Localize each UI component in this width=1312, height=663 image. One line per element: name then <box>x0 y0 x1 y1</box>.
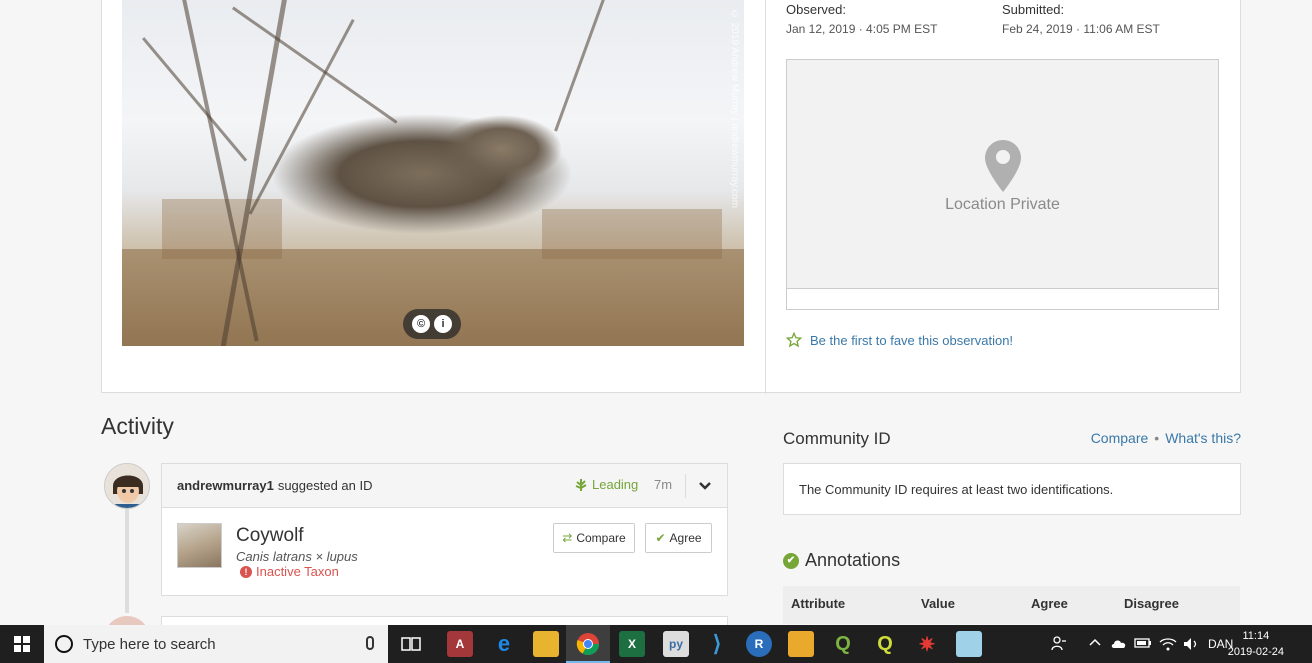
star-icon <box>786 332 802 348</box>
windows-taskbar: Type here to search A e X py ⟩ R Q Q ✷ D… <box>0 625 1312 663</box>
info-icon[interactable]: i <box>434 315 452 333</box>
annotations-title: Annotations <box>805 550 901 570</box>
task-view-icon[interactable] <box>398 631 424 657</box>
community-id-message: The Community ID requires at least two i… <box>783 463 1241 515</box>
people-icon[interactable] <box>1051 635 1067 654</box>
taxon-scientific-name: Canis latrans × lupus <box>236 549 358 564</box>
check-icon: ✔ <box>655 531 666 545</box>
leading-icon <box>575 478 587 491</box>
column-agree: Agree <box>1031 596 1068 611</box>
inactive-taxon-warning: ! Inactive Taxon <box>240 564 339 579</box>
identifier-username[interactable]: andrewmurray1 <box>177 478 274 493</box>
location-map[interactable]: Location Private <box>786 59 1219 310</box>
edge-icon[interactable]: e <box>491 631 517 657</box>
notepad-icon[interactable] <box>956 631 982 657</box>
submitted-date: Feb 24, 2019 · 11:06 AM EST <box>1002 22 1160 36</box>
column-attribute: Attribute <box>791 596 846 611</box>
activity-timeline <box>125 509 129 613</box>
taxon-common-name[interactable]: Coywolf <box>236 525 304 547</box>
photo-credit: © 2019 Andrew Murray | andrewmurray.com <box>729 9 740 209</box>
qgis-alt-icon[interactable]: Q <box>872 631 898 657</box>
r-icon[interactable]: R <box>746 631 772 657</box>
identification-header: andrewmurray1 suggested an ID Leading 7m <box>162 464 727 508</box>
check-circle-icon: ✔ <box>783 552 799 569</box>
cortana-icon <box>55 635 73 653</box>
avatar-image <box>105 464 149 508</box>
agree-button[interactable]: ✔ Agree <box>645 523 712 553</box>
copyright-icon: © <box>412 315 430 333</box>
web-tool-icon[interactable]: ✷ <box>914 631 940 657</box>
system-clock[interactable]: 11:14 2019-02-24 <box>1228 628 1284 660</box>
leading-label: Leading <box>592 477 639 492</box>
column-disagree: Disagree <box>1124 596 1179 611</box>
map-footer <box>787 288 1218 309</box>
volume-icon[interactable] <box>1182 636 1200 655</box>
whats-this-link[interactable]: What's this? <box>1165 430 1241 446</box>
panel-divider <box>765 0 766 394</box>
observed-date: Jan 12, 2019 · 4:05 PM EST <box>786 22 938 36</box>
microphone-icon[interactable] <box>366 636 374 650</box>
identification-card: andrewmurray1 suggested an ID Leading 7m… <box>161 463 728 596</box>
link-separator: • <box>1154 430 1160 446</box>
compare-link[interactable]: Compare <box>1091 430 1149 446</box>
database-tool-icon[interactable] <box>788 631 814 657</box>
onedrive-icon[interactable] <box>1110 636 1128 653</box>
user-avatar[interactable] <box>104 463 150 509</box>
taxon-thumbnail[interactable] <box>177 523 222 568</box>
chevron-down-icon[interactable] <box>697 478 713 494</box>
file-explorer-icon[interactable] <box>533 631 559 657</box>
observation-panel: © 2019 Andrew Murray | andrewmurray.com … <box>101 0 1241 394</box>
search-placeholder: Type here to search <box>83 635 216 653</box>
battery-icon[interactable] <box>1134 636 1152 653</box>
community-id-heading: Community ID <box>783 429 891 448</box>
fave-text[interactable]: Be the first to fave this observation! <box>810 333 1013 348</box>
qgis-icon[interactable]: Q <box>830 631 856 657</box>
identification-age: 7m <box>654 477 673 492</box>
clock-date: 2019-02-24 <box>1227 646 1284 658</box>
submitted-label: Submitted: <box>1002 2 1065 17</box>
annotations-heading: ✔ Annotations <box>783 550 900 571</box>
header-separator <box>685 474 686 498</box>
inactive-taxon-label: Inactive Taxon <box>256 564 339 579</box>
swap-icon: ⇄ <box>562 531 573 545</box>
python-icon[interactable]: py <box>663 631 689 657</box>
location-private-text: Location Private <box>945 196 1060 213</box>
compare-button-label: Compare <box>576 531 626 545</box>
start-button[interactable] <box>0 625 44 663</box>
access-icon[interactable]: A <box>447 631 473 657</box>
clock-time: 11:14 <box>1242 630 1270 642</box>
observed-label: Observed: <box>786 2 846 17</box>
fave-link[interactable]: Be the first to fave this observation! <box>786 332 1013 348</box>
column-value: Value <box>921 596 955 611</box>
exclamation-icon: ! <box>240 565 252 578</box>
leading-status: Leading <box>574 477 638 492</box>
community-id-links: Compare • What's this? <box>1091 430 1241 446</box>
chrome-icon[interactable] <box>575 631 601 657</box>
annotations-table-header: Attribute Value Agree Disagree <box>783 586 1240 624</box>
excel-icon[interactable]: X <box>619 631 645 657</box>
license-badge[interactable]: © i <box>403 309 461 339</box>
activity-heading: Activity <box>101 413 174 439</box>
compare-button[interactable]: ⇄ Compare <box>553 523 635 553</box>
observation-photo[interactable]: © 2019 Andrew Murray | andrewmurray.com … <box>122 0 744 346</box>
windows-logo-icon <box>14 636 30 652</box>
agree-button-label: Agree <box>669 531 702 545</box>
taskbar-search[interactable]: Type here to search <box>44 625 388 663</box>
wifi-icon[interactable] <box>1159 636 1177 655</box>
chevron-up-icon[interactable] <box>1088 636 1102 653</box>
vscode-icon[interactable]: ⟩ <box>704 631 730 657</box>
map-pin-icon <box>985 140 1021 192</box>
identification-action: suggested an ID <box>277 478 373 493</box>
